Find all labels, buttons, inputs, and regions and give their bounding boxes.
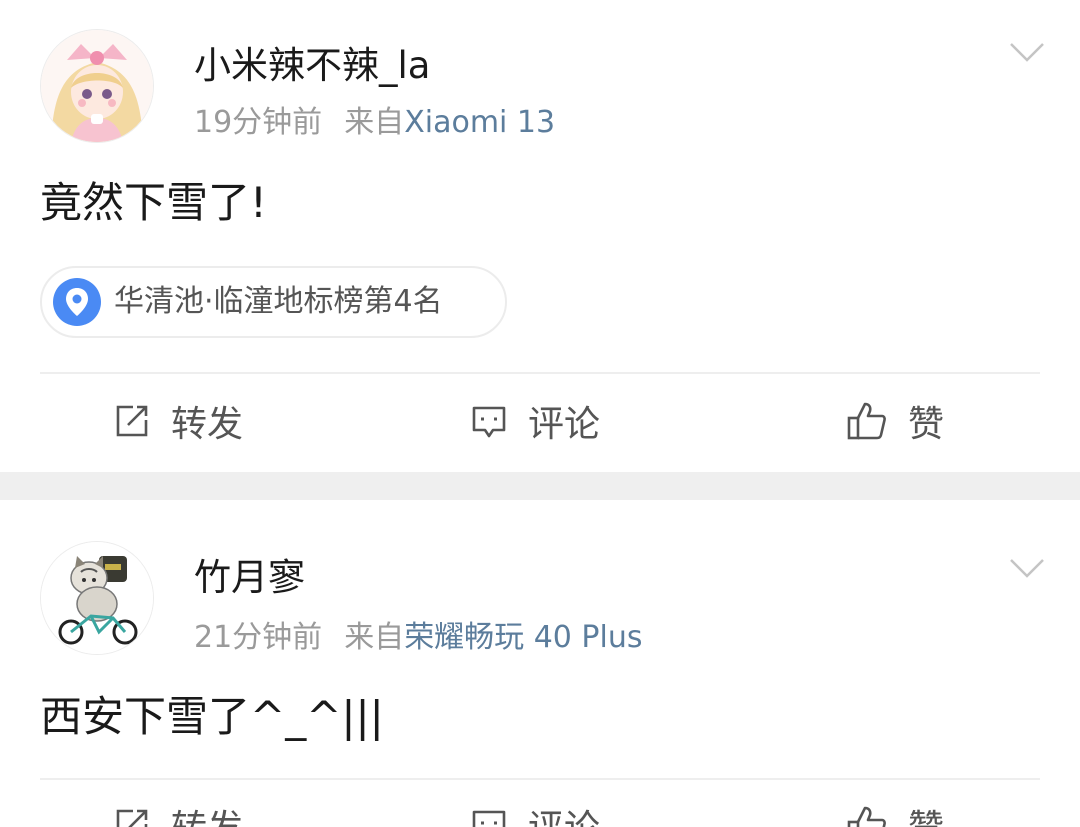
location-pin-icon (53, 278, 101, 326)
like-label: 赞 (908, 404, 945, 445)
repost-icon (116, 809, 148, 827)
source-label: 来自 (344, 105, 405, 140)
post-time: 19分钟前 (194, 105, 323, 140)
comment-label: 评论 (528, 404, 601, 445)
like-button[interactable]: 赞 (846, 396, 944, 446)
divider (40, 372, 1040, 374)
comment-icon (472, 406, 506, 438)
divider (40, 778, 1040, 780)
comment-button[interactable]: 评论 (470, 800, 600, 827)
thumbs-up-icon (847, 806, 886, 827)
comment-label: 评论 (528, 799, 600, 827)
username[interactable]: 小米辣不辣_la (194, 44, 430, 88)
location-ranking: ·临潼地标榜第4名 (204, 284, 443, 319)
post-meta: 19分钟前 来自Xiaomi 13 (194, 105, 555, 141)
comment-icon (472, 810, 506, 827)
username[interactable]: 竹月寥 (194, 556, 305, 600)
location-name: 华清池 (114, 284, 204, 319)
like-button[interactable]: 赞 (846, 800, 944, 827)
user-avatar[interactable] (40, 541, 154, 655)
comment-button[interactable]: 评论 (470, 396, 600, 446)
cat-on-bicycle-avatar-icon (41, 542, 153, 654)
source-label: 来自 (344, 620, 405, 655)
repost-icon (116, 405, 148, 437)
user-avatar[interactable] (40, 29, 154, 143)
source-device-link[interactable]: Xiaomi 13 (404, 105, 555, 140)
post-content: 西安下雪了^_^||| (40, 692, 384, 741)
like-label: 赞 (908, 799, 944, 827)
post-time: 21分钟前 (194, 620, 323, 655)
chevron-down-icon[interactable] (1008, 40, 1046, 64)
location-label: 华清池·临潼地标榜第4名 (114, 284, 443, 320)
post-meta: 21分钟前 来自荣耀畅玩 40 Plus (194, 620, 643, 656)
repost-button[interactable]: 转发 (113, 800, 243, 827)
weibo-post: 竹月寥 21分钟前来自荣耀畅玩 40 Plus 西安下雪了^_^||| 转发 评… (0, 500, 1080, 827)
repost-label: 转发 (171, 404, 244, 445)
source-device-link[interactable]: 荣耀畅玩 40 Plus (404, 620, 642, 655)
repost-button[interactable]: 转发 (113, 396, 243, 446)
location-chip[interactable]: 华清池·临潼地标榜第4名 (40, 266, 507, 338)
repost-label: 转发 (171, 799, 243, 827)
anime-girl-avatar-icon (41, 30, 153, 142)
post-separator (0, 472, 1080, 500)
weibo-post: 小米辣不辣_la 19分钟前 来自Xiaomi 13 竟然下雪了! 华清池·临潼地… (0, 0, 1080, 472)
chevron-down-icon[interactable] (1008, 556, 1046, 580)
post-content: 竟然下雪了! (40, 178, 267, 227)
thumbs-up-icon (847, 402, 886, 440)
